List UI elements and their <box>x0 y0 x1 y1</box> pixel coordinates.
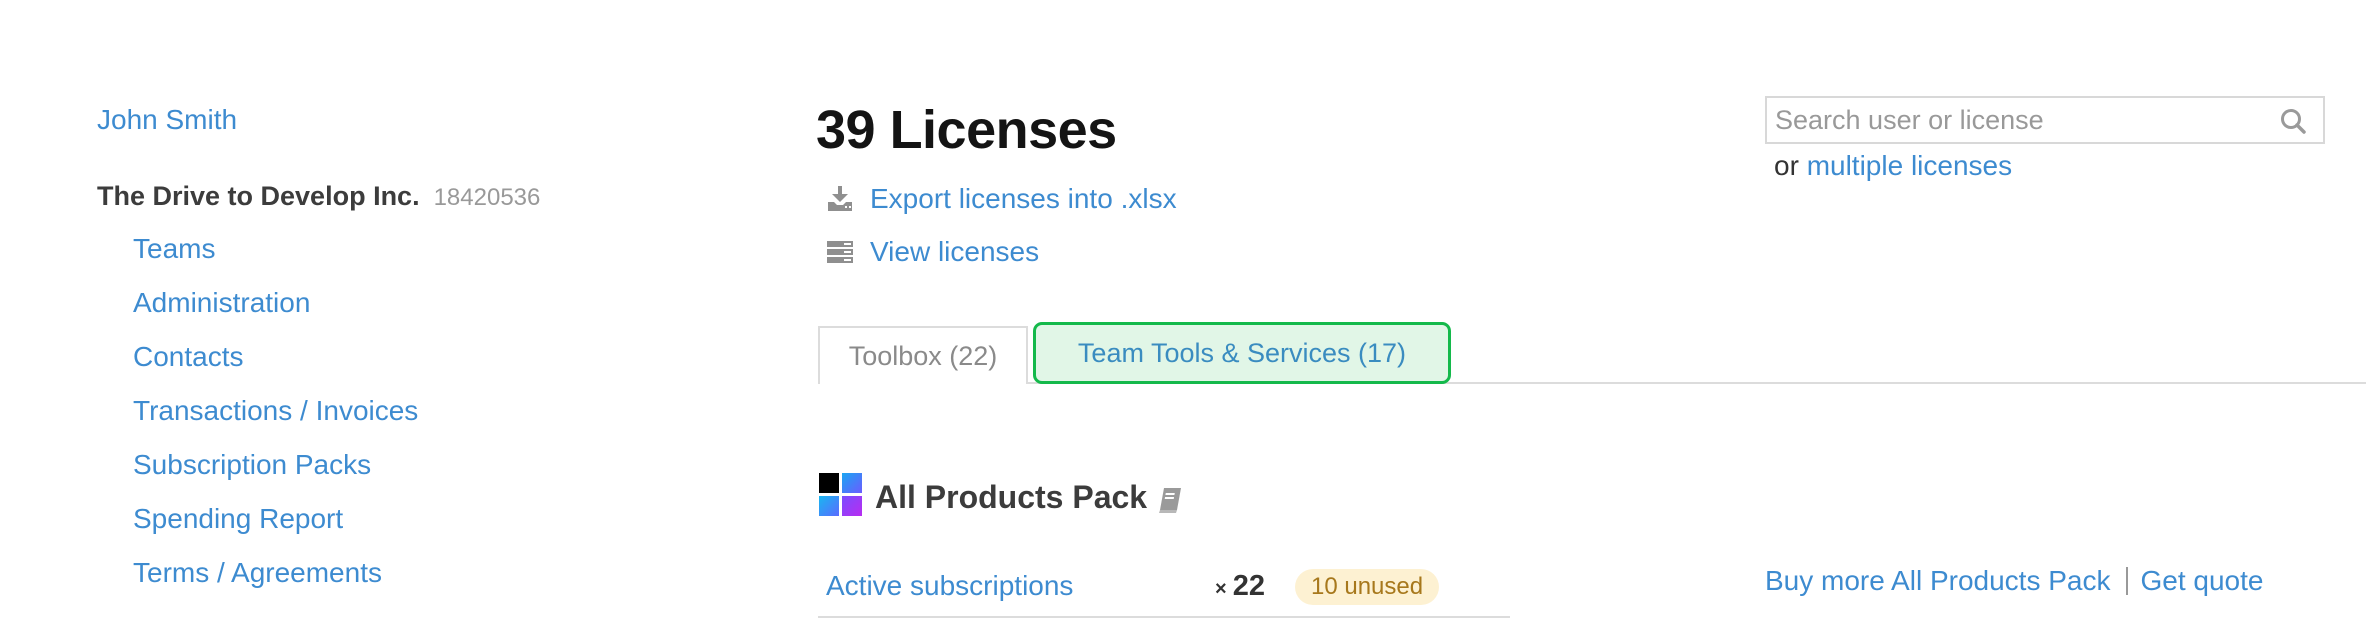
export-licenses-link[interactable]: Export licenses into .xlsx <box>870 181 1177 217</box>
product-header: All Products Pack <box>875 477 1183 517</box>
view-licenses-link[interactable]: View licenses <box>870 234 1039 270</box>
search-input[interactable] <box>1767 98 2255 142</box>
sidebar-item-teams[interactable]: Teams <box>133 233 215 264</box>
multiple-licenses-row: or multiple licenses <box>1774 148 2012 184</box>
organization-header: The Drive to Develop Inc. 18420536 <box>97 179 540 218</box>
search-box <box>1765 96 2325 144</box>
tab-team-tools-services[interactable]: Team Tools & Services (17) <box>1033 322 1451 384</box>
organization-id: 18420536 <box>433 184 541 211</box>
get-quote-link[interactable]: Get quote <box>2140 563 2263 599</box>
user-name-link[interactable]: John Smith <box>97 103 237 137</box>
sidebar-item-contacts[interactable]: Contacts <box>133 341 244 372</box>
buy-more-link[interactable]: Buy more All Products Pack <box>1765 563 2110 599</box>
all-products-pack-logo <box>819 473 863 517</box>
purchase-actions: Buy more All Products Pack Get quote <box>1765 563 2263 599</box>
list-icon <box>826 238 854 266</box>
tab-toolbox-label: Toolbox (22) <box>848 340 998 371</box>
download-icon <box>826 185 854 213</box>
separator <box>2126 567 2129 595</box>
subscription-quantity: × 22 <box>1215 568 1265 609</box>
active-subscriptions-link[interactable]: Active subscriptions <box>826 568 1073 604</box>
multiple-licenses-link[interactable]: multiple licenses <box>1807 150 2012 181</box>
tab-team-tools-services-label: Team Tools & Services (17) <box>1077 337 1407 368</box>
organization-name: The Drive to Develop Inc. <box>97 181 420 211</box>
or-text: or <box>1774 150 1799 181</box>
sidebar-item-administration[interactable]: Administration <box>133 287 310 318</box>
times-sign: × <box>1215 578 1227 600</box>
row-divider <box>818 616 1510 618</box>
sidebar-item-subscription-packs[interactable]: Subscription Packs <box>133 449 371 480</box>
tab-toolbox[interactable]: Toolbox (22) <box>818 326 1028 384</box>
unused-badge: 10 unused <box>1295 569 1440 605</box>
sidebar-item-transactions-invoices[interactable]: Transactions / Invoices <box>133 395 418 426</box>
sidebar-nav: Teams Administration Contacts Transactio… <box>133 231 418 609</box>
export-licenses-action[interactable]: Export licenses into .xlsx <box>826 181 1177 217</box>
sidebar-item-terms-agreements[interactable]: Terms / Agreements <box>133 557 382 588</box>
quantity-value: 22 <box>1232 570 1265 602</box>
product-name: All Products Pack <box>875 479 1148 515</box>
view-licenses-action[interactable]: View licenses <box>826 234 1039 270</box>
sidebar-item-spending-report[interactable]: Spending Report <box>133 503 343 534</box>
page-title: 39 Licenses <box>816 100 1117 160</box>
search-icon[interactable] <box>2279 107 2307 135</box>
book-icon[interactable] <box>1157 483 1183 513</box>
